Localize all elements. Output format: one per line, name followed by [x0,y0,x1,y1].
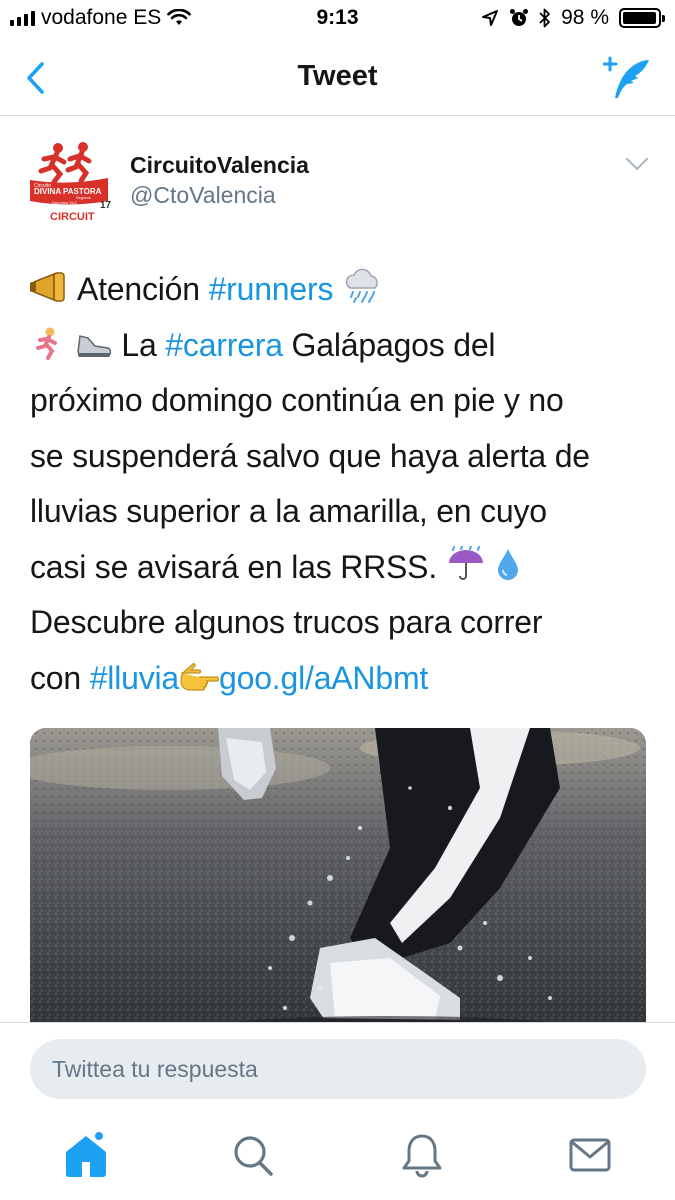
runner-icon [36,327,57,360]
status-bar: vodafone ES 9:13 98 % [0,0,675,40]
tweet-line: casi se avisará en las RRSS. [30,540,650,596]
status-right: 98 % [481,6,665,30]
tweet-line: con #lluvia goo.gl/aANbmt [30,651,650,707]
tweet-line-text: con [30,659,90,696]
tweet-line: Atención #runners [30,262,650,318]
bell-icon[interactable] [398,1130,446,1180]
tweet-line: La #carrera Galápagos del [30,318,650,374]
tweet-media-image[interactable] [30,728,646,1024]
tweet-line-text: Galápagos del [282,326,496,363]
rain-cloud-icon [345,268,378,303]
tweet-line: próximo domingo continúa en pie y no [30,382,564,418]
tweet-line-text: casi se avisará en las RRSS. [30,548,438,585]
search-icon[interactable] [229,1130,277,1180]
tweet-line-text: Atención [76,271,209,307]
sneaker-icon [76,334,111,357]
bluetooth-icon [539,8,551,28]
megaphone-icon [30,272,65,302]
tweet-line: Descubre algunos trucos para correr [30,604,543,640]
avatar-line3: Seguros [76,195,91,200]
tab-bar [0,1116,675,1200]
tweet-text: Atención #runners La #carrera Galápagos … [30,262,650,706]
tweet-line: lluvias superior a la amarilla, en cuyo [30,493,547,529]
tweet-line-text: La [121,326,166,363]
battery-percent: 98 % [561,6,609,29]
page-title: Tweet [297,60,378,92]
alarm-icon [510,9,529,26]
hashtag-link[interactable]: #runners [209,271,334,307]
hashtag-link[interactable]: #lluvia [90,660,180,696]
avatar[interactable]: Circuito DIVINA PASTORA Seguros Deportes… [28,138,114,224]
author-handle[interactable]: @CtoValencia [130,182,276,209]
avatar-line4: Deportes VLC [52,200,77,205]
avatar-line2: DIVINA PASTORA [34,187,102,196]
mail-icon[interactable] [566,1130,614,1180]
droplet-icon [498,548,519,580]
author-name[interactable]: CircuitoValencia [130,152,309,179]
compose-tweet-icon[interactable] [603,54,653,100]
battery-icon [619,8,665,28]
umbrella-rain-icon [448,545,483,580]
home-icon[interactable] [62,1130,110,1180]
reply-input[interactable] [30,1039,646,1099]
reply-bar [0,1022,675,1116]
pointing-hand-icon [180,662,220,691]
chevron-down-icon[interactable] [625,156,649,172]
avatar-line5: CIRCUIT [50,211,95,223]
location-icon [482,10,499,26]
tweet-line: se suspenderá salvo que haya alerta de [30,437,590,474]
tweet-detail: Circuito DIVINA PASTORA Seguros Deportes… [0,116,675,1024]
battery-level [623,12,657,24]
hashtag-link[interactable]: #carrera [165,327,283,363]
url-link[interactable]: goo.gl/aANbmt [219,660,428,696]
avatar-number: 17 [100,200,112,211]
nav-bar: Tweet [0,40,675,116]
